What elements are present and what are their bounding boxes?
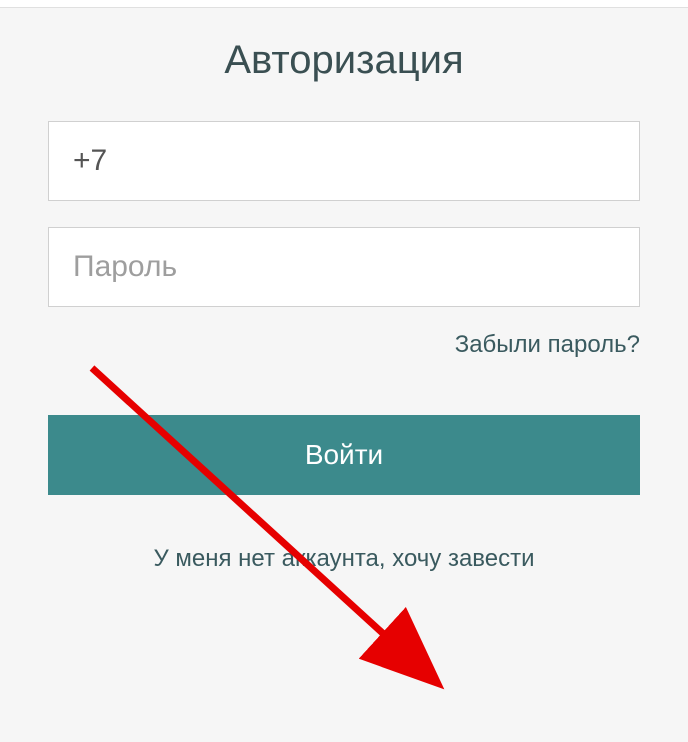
forgot-password-link[interactable]: Забыли пароль?	[455, 331, 640, 358]
forgot-password-container: Забыли пароль?	[48, 331, 640, 359]
register-container: У меня нет аккаунта, хочу завести	[48, 545, 640, 573]
login-button[interactable]: Войти	[48, 415, 640, 495]
login-form-container: Авторизация Забыли пароль? Войти У меня …	[0, 8, 688, 742]
register-link[interactable]: У меня нет аккаунта, хочу завести	[153, 545, 534, 572]
password-input[interactable]	[48, 227, 640, 307]
top-bar	[0, 0, 688, 8]
annotation-arrow-icon	[84, 360, 484, 720]
page-title: Авторизация	[48, 38, 640, 83]
phone-input[interactable]	[48, 121, 640, 201]
